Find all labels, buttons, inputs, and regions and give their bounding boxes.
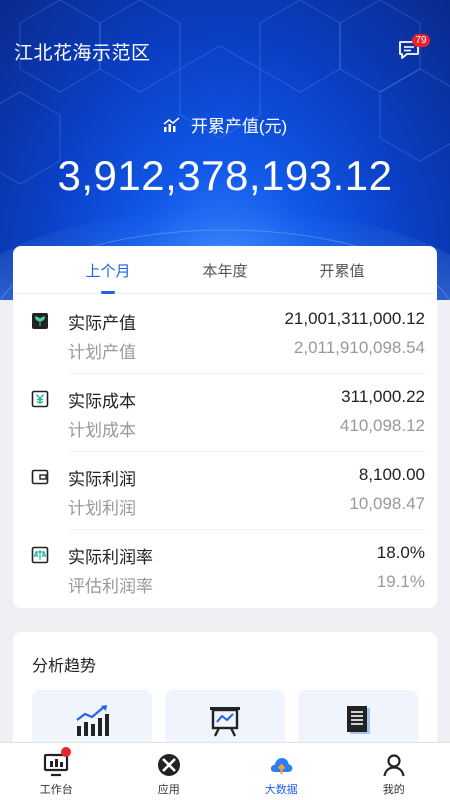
total-output-label: 开累产值(元) (0, 112, 450, 137)
planned-output-label: 计划产值 (68, 343, 136, 362)
metric-row-cost[interactable]: 实际成本 311,000.22 计划成本 410,098.12 (13, 374, 437, 452)
nav-workbench[interactable]: 工作台 (0, 743, 113, 800)
tab-this-year[interactable]: 本年度 (170, 246, 280, 293)
planned-profit-value: 10,098.47 (349, 494, 425, 513)
nav-big-data[interactable]: 大数据 (225, 743, 338, 800)
wallet-icon (31, 468, 49, 486)
actual-profit-rate-label: 实际利润率 (68, 548, 153, 567)
tab-cumulative[interactable]: 开累值 (287, 246, 397, 293)
estimated-profit-rate-label: 评估利润率 (68, 577, 153, 596)
nav-mine[interactable]: 我的 (338, 743, 450, 800)
tab-last-month[interactable]: 上个月 (53, 246, 163, 294)
actual-output-label: 实际产值 (68, 314, 136, 333)
plant-icon (31, 312, 49, 330)
nav-apps[interactable]: 应用 (113, 743, 226, 800)
nav-big-data-label: 大数据 (264, 784, 298, 796)
metric-row-profit[interactable]: 实际利润 8,100.00 计划利润 10,098.47 (13, 452, 437, 530)
estimated-profit-rate-value: 19.1% (376, 572, 425, 591)
nav-mine-label: 我的 (382, 784, 405, 796)
actual-cost-label: 实际成本 (68, 392, 136, 411)
actual-profit-value: 8,100.00 (358, 465, 425, 484)
metrics-card: 上个月 本年度 开累值 实际产值 21,001,311,000.12 计划产值 … (13, 246, 437, 608)
period-tabs: 上个月 本年度 开累值 (13, 246, 437, 294)
nav-workbench-label: 工作台 (39, 784, 73, 796)
trend-chart-icon (163, 116, 180, 132)
message-button[interactable]: 79 (398, 34, 430, 62)
notification-dot (61, 747, 71, 757)
planned-cost-value: 410,098.12 (339, 416, 425, 435)
nav-apps-label: 应用 (157, 784, 180, 796)
apps-icon (157, 754, 180, 776)
presentation-board-icon (210, 707, 240, 737)
actual-profit-label: 实际利润 (68, 470, 136, 489)
user-icon (383, 754, 405, 777)
bar-chart-icon (76, 705, 109, 736)
metric-row-output[interactable]: 实际产值 21,001,311,000.12 计划产值 2,011,910,09… (13, 296, 437, 374)
message-count-badge: 79 (412, 34, 430, 47)
bottom-nav: 工作台 应用 大数据 我的 (0, 742, 450, 800)
planned-cost-label: 计划成本 (68, 421, 136, 440)
document-icon (347, 706, 370, 734)
scale-icon (31, 546, 49, 564)
total-output-value: 3,912,378,193.12 (57, 152, 393, 199)
actual-output-value: 21,001,311,000.12 (284, 309, 425, 328)
planned-profit-label: 计划利润 (68, 499, 136, 518)
planned-output-value: 2,011,910,098.54 (293, 338, 425, 357)
trend-title: 分析趋势 (32, 658, 97, 675)
cloud-upload-icon (271, 758, 293, 774)
yuan-icon (31, 390, 49, 408)
actual-profit-rate-value: 18.0% (376, 543, 425, 562)
total-output-label-text: 开累产值(元) (190, 117, 288, 136)
page-title: 江北花海示范区 (14, 43, 151, 64)
actual-cost-value: 311,000.22 (341, 387, 425, 406)
metric-row-profit-rate[interactable]: 实际利润率 18.0% 评估利润率 19.1% (13, 530, 437, 608)
